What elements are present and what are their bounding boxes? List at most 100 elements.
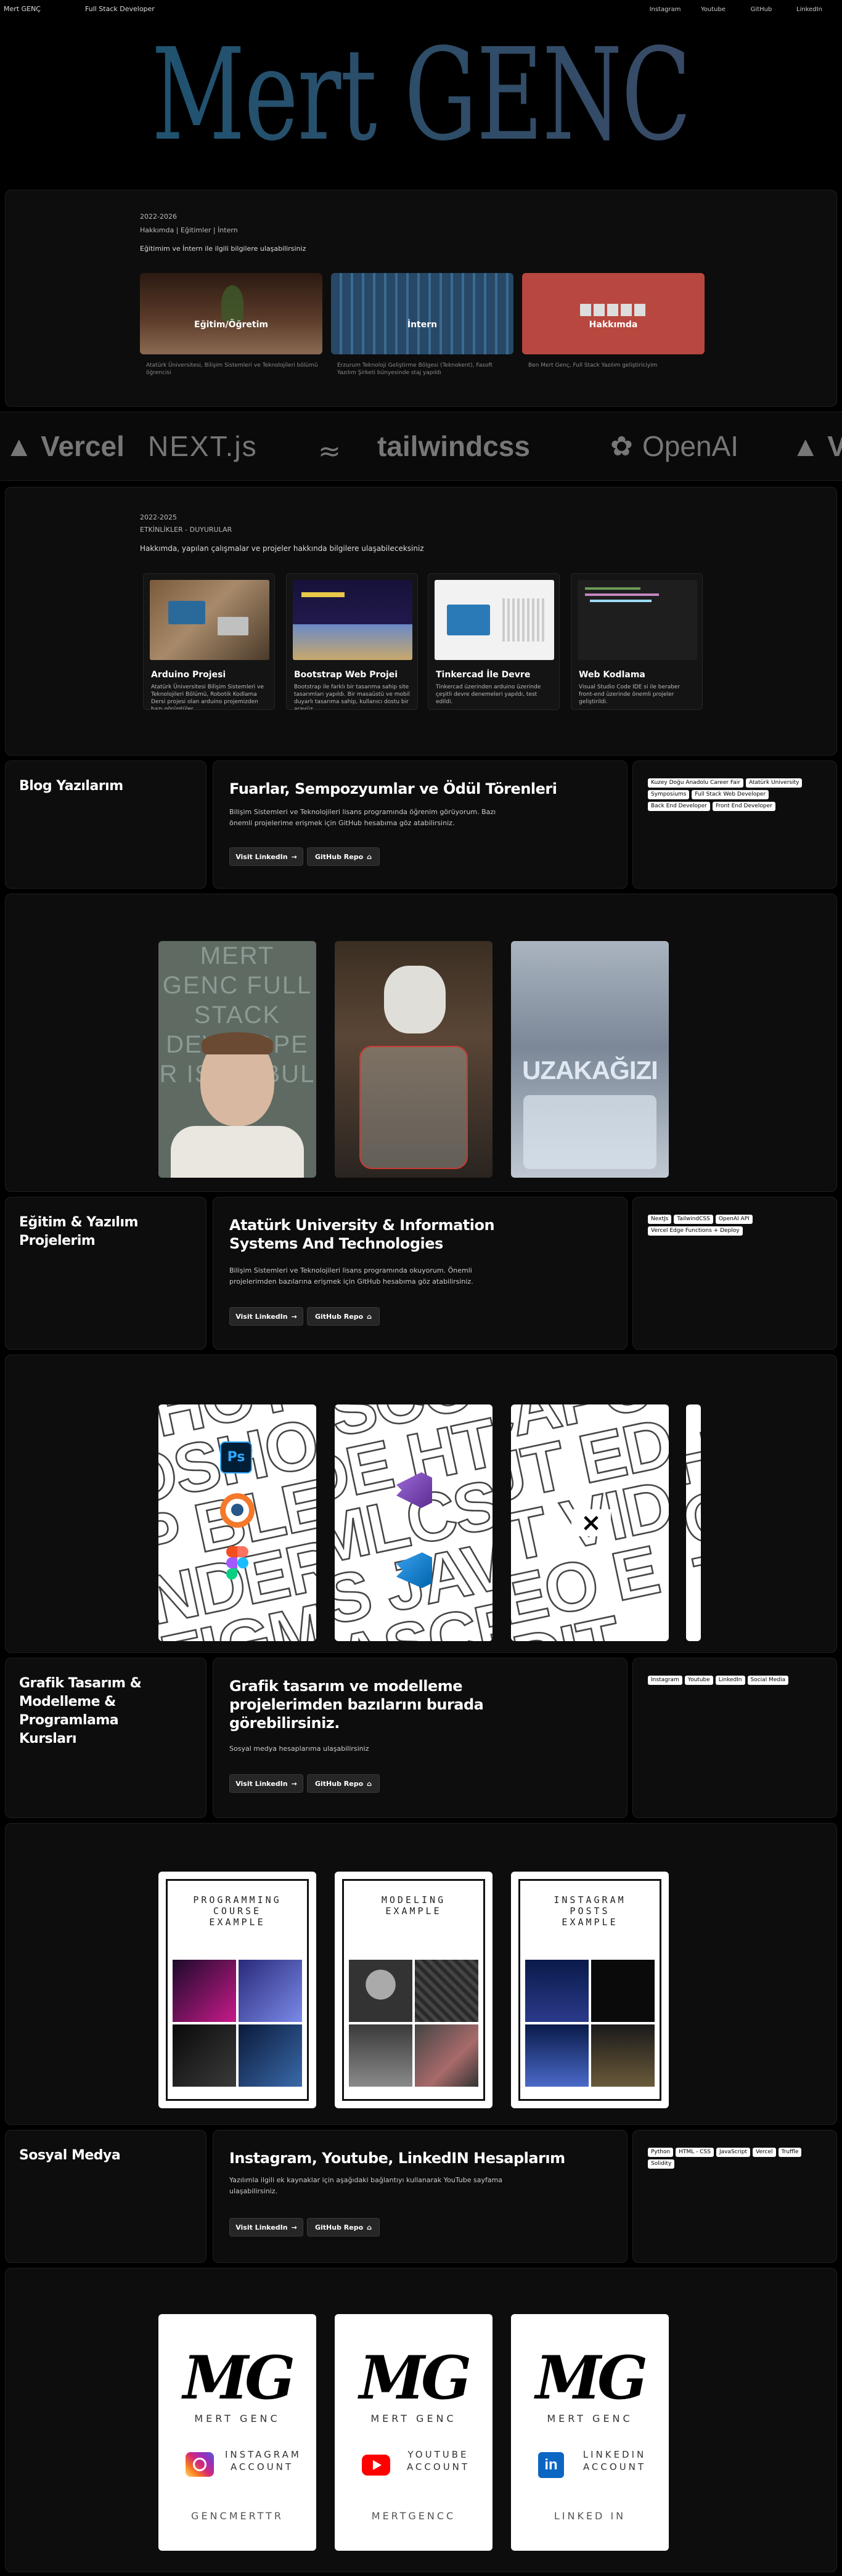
background-pattern-text: PHOTOSHOP BLENDER FIGMA	[686, 1404, 701, 1641]
project-desc: Bootstrap ile farklı bir tasarıma sahip …	[294, 684, 410, 710]
projects-panel: 2022-2025 ETKİNLİKLER - DUYURULAR Hakkım…	[5, 487, 837, 756]
tag: Youtube	[684, 1676, 713, 1685]
blog-gallery: MERT GENC FULL STACK DEVELOPER ISTANBUL …	[5, 894, 837, 1192]
github-repo-button[interactable]: GitHub Repo ⌂	[307, 1307, 380, 1326]
project-card-webcoding[interactable]: Web Kodlama Visual Studio Code IDE si il…	[571, 573, 703, 710]
tag: Truffle	[778, 2148, 802, 2157]
visit-linkedin-button[interactable]: Visit LinkedIn →	[229, 1307, 303, 1326]
button-label: GitHub Repo	[314, 852, 364, 861]
project-title: Tinkercad İle Devre	[436, 670, 531, 680]
visit-linkedin-button[interactable]: Visit LinkedIn →	[229, 2218, 303, 2236]
tools-card-video[interactable]: CAPCUT EDIT VIDEO EDIT ⨯	[511, 1404, 669, 1641]
gallery-photo-portrait[interactable]: MERT GENC FULL STACK DEVELOPER ISTANBUL	[158, 941, 316, 1178]
tag: Vercel Edge Functions + Deploy	[648, 1226, 743, 1236]
about-card-caption: Erzurum Teknoloji Geliştirme Bölgesi (Te…	[337, 362, 493, 376]
project-card-bootstrap[interactable]: Bootstrap Web Projei Bootstrap ile farkl…	[286, 573, 418, 710]
jar	[359, 1046, 468, 1169]
frame-programming-course[interactable]: PROGRAMMING COURSE EXAMPLE	[158, 1872, 316, 2108]
tools-card-partial[interactable]: PHOTOSHOP BLENDER FIGMA	[686, 1404, 701, 1641]
github-icon: ⌂	[367, 852, 372, 861]
design-description: Sosyal medya hesaplarıma ulaşabilirsiniz	[229, 1745, 369, 1753]
card-handle: MERTGENCC	[371, 2510, 456, 2522]
top-nav: Mert GENÇ Full Stack Developer Instagram…	[0, 0, 842, 18]
capcut-icon: ⨯	[571, 1509, 611, 1536]
tag: Symposiums	[648, 790, 690, 799]
background-pattern-text: VSCODE HTMLCSS JAVASCRIPT	[335, 1404, 493, 1641]
github-repo-button[interactable]: GitHub Repo ⌂	[307, 1774, 380, 1793]
tag: TailwindCSS	[674, 1215, 713, 1224]
vercel-logo: ▲ Vercel	[5, 430, 125, 462]
brand-name[interactable]: Mert GENÇ	[4, 5, 41, 13]
project-card-tinkercad[interactable]: Tinkercad İle Devre Tinkercad üzerinden …	[428, 573, 560, 710]
visit-linkedin-button[interactable]: Visit LinkedIn →	[229, 1774, 303, 1793]
button-label: GitHub Repo	[314, 2223, 364, 2232]
button-label: Visit LinkedIn	[235, 2223, 288, 2232]
youtube-account-card[interactable]: MG MERT GENC YOUTUBE ACCOUNT MERTGENCC	[335, 2314, 493, 2551]
keyboard-keys	[580, 304, 647, 316]
frame-instagram-posts[interactable]: INSTAGRAM POSTS EXAMPLE	[511, 1872, 669, 2108]
tag: Full Stack Web Developer	[692, 790, 769, 799]
youtube-icon	[362, 2455, 390, 2476]
education-title-cell: Eğitim & Yazılım Projelerim	[5, 1197, 206, 1350]
design-title-cell: Grafik Tasarım & Modelleme & Programlama…	[5, 1658, 206, 1818]
tag: Social Media	[747, 1676, 789, 1685]
bootstrap-screenshot	[293, 580, 412, 660]
about-card-label: Eğitim/Öğretim	[194, 320, 268, 330]
design-tags: Instagram Youtube LinkedIn Social Media	[648, 1676, 827, 1685]
about-breadcrumb: Hakkımda | Eğitimler | İntern	[140, 226, 238, 234]
frame-title: MODELING EXAMPLE	[381, 1894, 446, 1917]
about-card-education[interactable]: Eğitim/Öğretim	[140, 273, 322, 354]
card-name: MERT GENC	[194, 2413, 280, 2424]
frame-title: INSTAGRAM POSTS EXAMPLE	[554, 1894, 626, 1928]
ice-sign-text: UZAKAĞIZI	[522, 1056, 658, 1085]
social-tags-cell: Python HTML - CSS JavaScript Vercel Truf…	[632, 2130, 837, 2263]
arrow-right-icon: →	[291, 2223, 297, 2232]
hero-title: Mert GENC	[118, 27, 724, 163]
nav-link-linkedin[interactable]: LinkedIn	[785, 6, 833, 13]
gallery-photo-lab[interactable]	[335, 941, 493, 1178]
education-heading: Atatürk University & Information Systems…	[229, 1217, 495, 1252]
nav-link-youtube[interactable]: Youtube	[689, 6, 737, 13]
github-icon: ⌂	[367, 1779, 372, 1788]
tag: LinkedIn	[715, 1676, 745, 1685]
project-title: Bootstrap Web Projei	[294, 670, 398, 680]
person-hair	[202, 1032, 273, 1054]
projects-breadcrumb: ETKİNLİKLER - DUYURULAR	[140, 526, 232, 534]
frame-border: MODELING EXAMPLE	[342, 1879, 485, 2101]
project-card-arduino[interactable]: Arduino Projesi Atatürk Üniversitesi Bil…	[143, 573, 275, 710]
nav-link-github[interactable]: GitHub	[737, 6, 785, 13]
card-account: LINKEDIN ACCOUNT	[582, 2449, 647, 2472]
model-thumbnails	[349, 1960, 478, 2087]
frame-title: PROGRAMMING COURSE EXAMPLE	[193, 1894, 282, 1928]
about-description: Eğitimim ve İntern ile ilgili bilgilere …	[140, 245, 306, 253]
tag: Python	[648, 2148, 674, 2157]
mg-logo: MG	[182, 2343, 295, 2413]
arrow-right-icon: →	[291, 1779, 297, 1788]
blender-icon	[220, 1493, 255, 1528]
blog-description: Bilişim Sistemleri ve Teknolojileri lisa…	[229, 808, 496, 827]
instagram-account-card[interactable]: MG MERT GENC INSTAGRAM ACCOUNT GENCMERTT…	[158, 2314, 316, 2551]
card-handle: GENCMERTTR	[191, 2510, 284, 2522]
arrow-right-icon: →	[291, 1312, 297, 1321]
arduino-photo	[150, 580, 269, 660]
card-name: MERT GENC	[370, 2413, 457, 2424]
nextjs-logo: NEXT.js	[148, 430, 258, 462]
linkedin-account-card[interactable]: MG MERT GENC in LINKEDIN ACCOUNT LINKED …	[511, 2314, 669, 2551]
about-card-about[interactable]: Hakkımda	[522, 273, 705, 354]
openai-logo: OpenAI	[642, 430, 738, 462]
frame-modeling[interactable]: MODELING EXAMPLE	[335, 1872, 493, 2108]
tailwind-icon: ≈	[318, 436, 341, 467]
about-panel: 2022-2026 Hakkımda | Eğitimler | İntern …	[5, 190, 837, 407]
about-card-intern[interactable]: İntern	[331, 273, 513, 354]
tag: OpenAI API	[715, 1215, 753, 1224]
instagram-icon	[186, 2452, 214, 2477]
visit-linkedin-button[interactable]: Visit LinkedIn →	[229, 847, 303, 866]
tools-gallery: PHOTOSHOP BLENDER FIGMA Ps VSCODE HTMLCS…	[5, 1355, 837, 1653]
design-section-title: Grafik Tasarım & Modelleme & Programlama…	[19, 1676, 142, 1747]
tools-card-design[interactable]: PHOTOSHOP BLENDER FIGMA Ps	[158, 1404, 316, 1641]
nav-link-instagram[interactable]: Instagram	[641, 6, 689, 13]
tools-card-code[interactable]: VSCODE HTMLCSS JAVASCRIPT	[335, 1404, 493, 1641]
gallery-photo-ice-sign[interactable]: UZAKAĞIZI	[511, 941, 669, 1178]
github-repo-button[interactable]: GitHub Repo ⌂	[307, 2218, 380, 2236]
github-repo-button[interactable]: GitHub Repo ⌂	[307, 847, 380, 866]
